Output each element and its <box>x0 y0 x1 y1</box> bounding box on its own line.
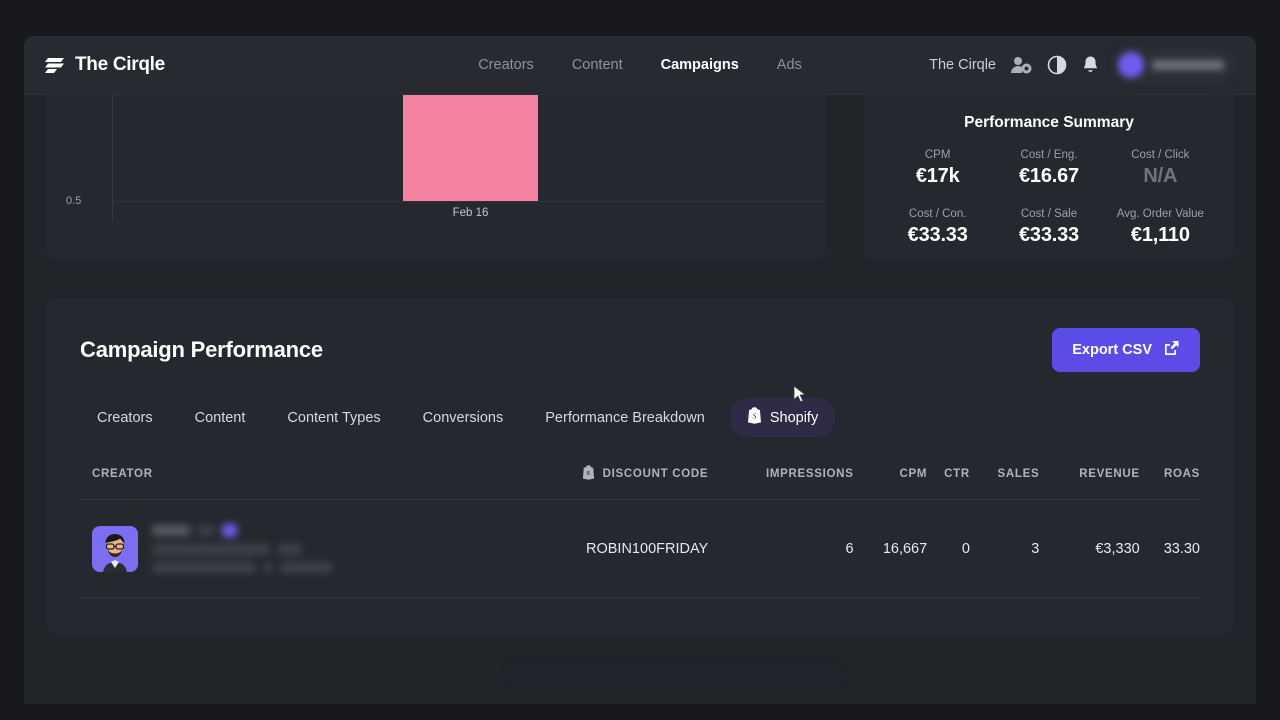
metric-label: Cost / Eng. <box>1020 149 1078 161</box>
performance-summary-card: Performance Summary CPM €17k Cost / Eng.… <box>864 95 1234 260</box>
column-sales[interactable]: SALES <box>970 465 1039 500</box>
nav-item-campaigns[interactable]: Campaigns <box>661 57 739 73</box>
svg-text:S: S <box>586 470 590 477</box>
cell-discount-code: ROBIN100FRIDAY <box>586 540 709 557</box>
cell-impressions: 6 <box>845 540 854 557</box>
cell-roas: 33.30 <box>1163 540 1200 557</box>
external-link-icon <box>1163 340 1180 360</box>
metric-label: Cost / Sale <box>1020 208 1078 220</box>
metric-value: €16.67 <box>1019 165 1079 187</box>
nav-item-ads[interactable]: Ads <box>777 57 802 73</box>
metric-label: Avg. Order Value <box>1116 208 1204 220</box>
metric-cost-per-engagement: Cost / Eng. €16.67 <box>993 149 1104 188</box>
page-body: 0.5 Feb 16 Performance Summary CPM €17k <box>24 95 1256 704</box>
theme-toggle-icon[interactable] <box>1047 55 1067 75</box>
cell-cpm: 16,667 <box>882 540 928 557</box>
overview-row: 0.5 Feb 16 Performance Summary CPM €17k <box>46 95 1234 260</box>
metric-value: €1,110 <box>1130 224 1190 246</box>
metric-label: CPM <box>924 149 951 161</box>
tab-label: Content Types <box>287 409 381 426</box>
chart-bar[interactable] <box>403 95 538 201</box>
table-row[interactable]: ROBIN100FRIDAY 6 16,667 0 3 €3,330 33.30 <box>80 500 1200 598</box>
tab-creators[interactable]: Creators <box>80 401 170 435</box>
navbar-right: The Cirqle <box>929 48 1234 82</box>
stacked-bars-logo-icon <box>44 55 66 75</box>
column-discount-code[interactable]: S DISCOUNT CODE <box>498 465 708 500</box>
shopify-bag-icon: S <box>582 465 595 483</box>
column-revenue[interactable]: REVENUE <box>1039 465 1139 500</box>
user-settings-icon[interactable] <box>1010 55 1033 75</box>
column-label: DISCOUNT CODE <box>602 468 709 480</box>
cell-ctr: 0 <box>961 540 970 557</box>
y-axis-line <box>112 95 113 221</box>
nav-item-creators[interactable]: Creators <box>478 57 534 73</box>
tab-content[interactable]: Content <box>178 401 263 435</box>
metric-cost-per-conversion: Cost / Con. €33.33 <box>882 208 993 247</box>
column-impressions[interactable]: IMPRESSIONS <box>708 465 853 500</box>
table-header: CREATOR S DISCOUNT CODE IMPRESSIONS CPM … <box>80 465 1200 500</box>
export-csv-button[interactable]: Export CSV <box>1052 328 1200 372</box>
tab-performance-breakdown[interactable]: Performance Breakdown <box>528 401 722 435</box>
page-title: Campaign Performance <box>80 337 323 362</box>
nav-item-content[interactable]: Content <box>572 57 623 73</box>
primary-nav: Creators Content Campaigns Ads <box>478 57 802 73</box>
creator-cell[interactable] <box>80 524 498 573</box>
tab-shopify[interactable]: S Shopify <box>729 398 836 437</box>
organization-name: The Cirqle <box>929 57 996 73</box>
metric-cost-per-sale: Cost / Sale €33.33 <box>993 208 1104 247</box>
tab-conversions[interactable]: Conversions <box>406 401 521 435</box>
avatar <box>1118 52 1144 78</box>
column-cpm[interactable]: CPM <box>854 465 928 500</box>
cell-sales: 3 <box>1031 540 1040 557</box>
chart-gridline <box>112 201 825 202</box>
column-roas[interactable]: ROAS <box>1140 465 1200 500</box>
table-body: ROBIN100FRIDAY 6 16,667 0 3 €3,330 33.30 <box>80 500 1200 598</box>
x-axis-tick-label: Feb 16 <box>452 207 489 219</box>
tab-label: Shopify <box>769 409 819 426</box>
metric-cpm: CPM €17k <box>882 149 993 188</box>
export-csv-label: Export CSV <box>1072 342 1152 358</box>
metric-value: €33.33 <box>907 224 968 246</box>
metric-value: €17k <box>915 165 960 187</box>
tab-label: Content <box>194 409 246 426</box>
timeseries-chart-card: 0.5 Feb 16 <box>46 95 826 260</box>
cell-creator <box>80 500 498 598</box>
bar-chart: 0.5 Feb 16 <box>46 95 826 260</box>
cell-revenue: €3,330 <box>1095 540 1140 557</box>
account-avatar-pill[interactable] <box>1114 48 1234 82</box>
campaign-performance-table: CREATOR S DISCOUNT CODE IMPRESSIONS CPM … <box>80 465 1200 598</box>
creator-details-redacted <box>152 524 332 573</box>
metric-average-order-value: Avg. Order Value €1,110 <box>1105 208 1216 247</box>
screen: The Cirqle Creators Content Campaigns Ad… <box>0 0 1280 720</box>
metric-cost-per-click: Cost / Click N/A <box>1105 149 1216 188</box>
campaign-performance-card: Campaign Performance Export CSV Creators… <box>46 298 1234 634</box>
table-header-row: CREATOR S DISCOUNT CODE IMPRESSIONS CPM … <box>80 465 1200 500</box>
tab-content-types[interactable]: Content Types <box>270 401 397 435</box>
performance-tabs: Creators Content Content Types Conversio… <box>80 398 1200 437</box>
tab-label: Creators <box>97 409 153 426</box>
background-blurred-element <box>510 668 840 682</box>
top-navbar: The Cirqle Creators Content Campaigns Ad… <box>24 36 1256 95</box>
app-window: The Cirqle Creators Content Campaigns Ad… <box>24 36 1256 704</box>
column-creator[interactable]: CREATOR <box>80 465 498 500</box>
y-axis-tick-label: 0.5 <box>66 195 82 207</box>
tab-label: Conversions <box>422 409 504 426</box>
shopify-bag-icon: S <box>747 407 762 428</box>
column-ctr[interactable]: CTR <box>927 465 970 500</box>
notifications-bell-icon[interactable] <box>1081 55 1100 75</box>
creator-avatar <box>92 525 138 572</box>
metric-label: Cost / Click <box>1131 149 1190 161</box>
svg-text:S: S <box>752 411 756 420</box>
performance-summary-title: Performance Summary <box>964 114 1134 131</box>
tab-label: Performance Breakdown <box>545 409 705 426</box>
brand-name: The Cirqle <box>75 54 165 75</box>
campaign-performance-header: Campaign Performance Export CSV <box>80 328 1200 372</box>
metric-value: €33.33 <box>1019 224 1079 246</box>
metric-label: Cost / Con. <box>908 208 967 220</box>
summary-metric-grid: CPM €17k Cost / Eng. €16.67 Cost / Click… <box>882 149 1216 247</box>
metric-value: N/A <box>1143 165 1178 187</box>
brand-logo[interactable]: The Cirqle <box>44 54 165 76</box>
account-name-redacted <box>1152 60 1224 70</box>
